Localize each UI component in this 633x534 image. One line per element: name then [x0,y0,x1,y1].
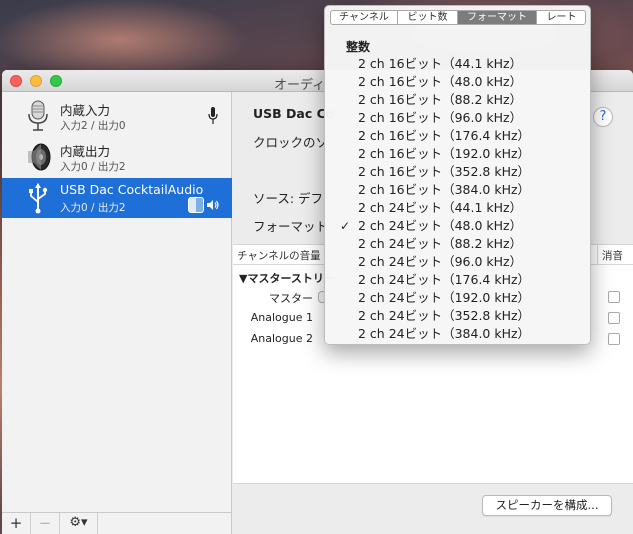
minimize-window-button[interactable] [30,75,42,87]
format-menu-item-label: 2 ch 16ビット（192.0 kHz） [358,146,531,161]
device-io-count: 入力2 / 出力0 [60,120,126,132]
format-menu-item-label: 2 ch 24ビット（352.8 kHz） [358,308,531,323]
format-menu-item-label: 2 ch 16ビット（176.4 kHz） [358,128,531,143]
format-menu-item-label: 2 ch 16ビット（48.0 kHz） [358,74,523,89]
default-output-speaker-icon [207,200,219,210]
format-popup-menu: チャンネル ビット数 フォーマット レート 整数 2 ch 16ビット（44.1… [324,5,591,345]
format-menu-item[interactable]: 2 ch 16ビット（48.0 kHz） [325,73,590,91]
finder-icon [188,197,204,213]
format-menu-item-label: 2 ch 24ビット（384.0 kHz） [358,326,531,341]
format-menu-item-label: 2 ch 16ビット（88.2 kHz） [358,92,523,107]
format-menu-item-label: 2 ch 24ビット（44.1 kHz） [358,200,523,215]
gear-menu-button[interactable]: ⚙▾ [60,513,98,534]
format-menu-item[interactable]: 2 ch 24ビット（96.0 kHz） [325,253,590,271]
format-menu-item-label: 2 ch 16ビット（96.0 kHz） [358,110,523,125]
format-menu-item[interactable]: 2 ch 16ビット（88.2 kHz） [325,91,590,109]
segment-channels[interactable]: チャンネル [331,11,398,24]
clock-source-label: クロックのソ [253,135,329,150]
help-button[interactable]: ? [593,107,613,127]
format-menu-item-label: 2 ch 16ビット（44.1 kHz） [358,56,523,71]
device-name: 内蔵入力 [60,103,111,118]
sidebar-item-builtin-input[interactable]: 内蔵入力 入力2 / 出力0 [2,96,232,136]
default-input-mic-icon [208,107,218,124]
format-menu-item-label: 2 ch 16ビット（352.8 kHz） [358,164,531,179]
format-menu-item-label: 2 ch 24ビット（192.0 kHz） [358,290,531,305]
format-menu-item[interactable]: ✓ 2 ch 24ビット（48.0 kHz） [325,217,590,235]
column-divider [597,245,598,265]
format-menu-item[interactable]: 2 ch 24ビット（176.4 kHz） [325,271,590,289]
format-menu-item[interactable]: 2 ch 24ビット（88.2 kHz） [325,235,590,253]
format-label: フォーマット [253,219,329,234]
device-name: USB Dac CocktailAudio [60,182,204,197]
channel-label-analogue-1: Analogue 1 [250,311,313,324]
close-window-button[interactable] [10,75,22,87]
speaker-icon [28,143,51,171]
column-header-channel-volume: チャンネルの音量 [237,250,321,262]
format-menu-item-label: 2 ch 24ビット（48.0 kHz） [358,218,523,233]
remove-device-button[interactable]: − [31,513,60,534]
usb-icon [29,183,48,214]
channel-label-master: マスター [269,292,313,305]
format-menu-item[interactable]: 2 ch 24ビット（192.0 kHz） [325,289,590,307]
format-sort-segmented-control: チャンネル ビット数 フォーマット レート [330,10,586,25]
device-sidebar: 内蔵入力 入力2 / 出力0 内蔵出力 入力0 / 出力2 USB Dac Co… [2,92,232,512]
master-mute-checkbox[interactable] [608,291,620,303]
format-menu-item[interactable]: 2 ch 16ビット（384.0 kHz） [325,181,590,199]
format-menu-item-label: 2 ch 24ビット（88.2 kHz） [358,236,523,251]
column-header-mute: 消音 [602,250,623,262]
device-io-count: 入力0 / 出力2 [60,202,126,214]
format-menu-item[interactable]: 2 ch 16ビット（44.1 kHz） [325,55,590,73]
sidebar-item-usb-dac[interactable]: USB Dac CocktailAudio 入力0 / 出力2 [2,178,232,218]
channel-label-analogue-2: Analogue 2 [250,332,313,345]
configure-speakers-button[interactable]: スピーカーを構成... [482,495,612,516]
device-io-count: 入力0 / 出力2 [60,161,126,173]
device-name: 内蔵出力 [60,144,111,159]
segment-rate[interactable]: レート [537,11,585,24]
window-title: オーディ [274,78,326,93]
device-title: USB Dac Co [253,106,335,121]
master-stream-group[interactable]: ▼マスターストリー [239,270,335,286]
zoom-window-button[interactable] [50,75,62,87]
format-menu-item-label: 2 ch 24ビット（96.0 kHz） [358,254,523,269]
format-menu-item[interactable]: 2 ch 24ビット（384.0 kHz） [325,325,590,343]
analogue-2-mute-checkbox[interactable] [608,333,620,345]
format-menu-item[interactable]: 2 ch 16ビット（192.0 kHz） [325,145,590,163]
sidebar-toolbar: + − ⚙▾ [2,512,232,534]
add-device-button[interactable]: + [2,513,31,534]
format-menu-item[interactable]: 2 ch 16ビット（176.4 kHz） [325,127,590,145]
analogue-1-mute-checkbox[interactable] [608,312,620,324]
format-menu-item[interactable]: 2 ch 16ビット（96.0 kHz） [325,109,590,127]
format-menu-item[interactable]: 2 ch 24ビット（352.8 kHz） [325,307,590,325]
source-label: ソース: デフ [253,191,324,206]
menu-section-integer: 整数 [346,40,371,54]
segment-format[interactable]: フォーマット [458,11,537,24]
format-menu-item[interactable]: 2 ch 24ビット（44.1 kHz） [325,199,590,217]
format-menu-item-label: 2 ch 16ビット（384.0 kHz） [358,182,531,197]
segment-bit-depth[interactable]: ビット数 [398,11,458,24]
sidebar-item-builtin-output[interactable]: 内蔵出力 入力0 / 出力2 [2,137,232,177]
microphone-icon [28,100,48,131]
format-menu-item[interactable]: 2 ch 16ビット（352.8 kHz） [325,163,590,181]
checkmark-icon: ✓ [340,219,351,233]
format-menu-item-label: 2 ch 24ビット（176.4 kHz） [358,272,531,287]
